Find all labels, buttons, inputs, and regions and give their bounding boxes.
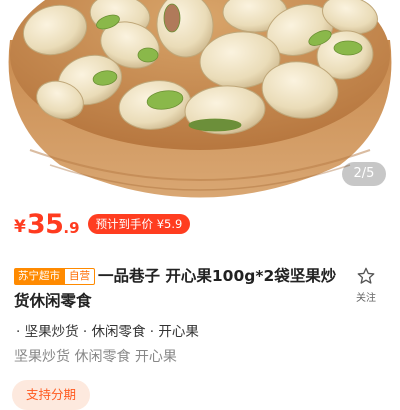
installment-badge[interactable]: 支持分期 [12, 380, 90, 410]
price-row: ¥ 35 .9 预计到手价 ¥5.9 [14, 206, 191, 242]
gallery-page-indicator: 2/5 [342, 162, 386, 186]
category-keywords: 坚果炒货 休闲零食 开心果 [14, 349, 177, 365]
price-integer: 35 [26, 208, 64, 240]
follow-button[interactable]: 关注 [352, 266, 380, 304]
store-tag: 苏宁超市 [14, 268, 64, 285]
product-image [8, 0, 392, 198]
star-icon [357, 267, 375, 284]
price-currency: ¥ [14, 217, 26, 237]
product-image-gallery[interactable]: 2/5 [0, 0, 400, 200]
self-operated-tag: 自营 [64, 268, 95, 285]
follow-label: 关注 [356, 293, 376, 304]
product-title: 苏宁超市 自营 一品巷子 开心果100g*2袋坚果炒货休闲零食 [14, 264, 350, 314]
price-decimal: .9 [63, 219, 80, 237]
category-path[interactable]: · 坚果炒货 · 休闲零食 · 开心果 [16, 320, 199, 340]
estimated-price-badge[interactable]: 预计到手价 ¥5.9 [87, 214, 191, 234]
